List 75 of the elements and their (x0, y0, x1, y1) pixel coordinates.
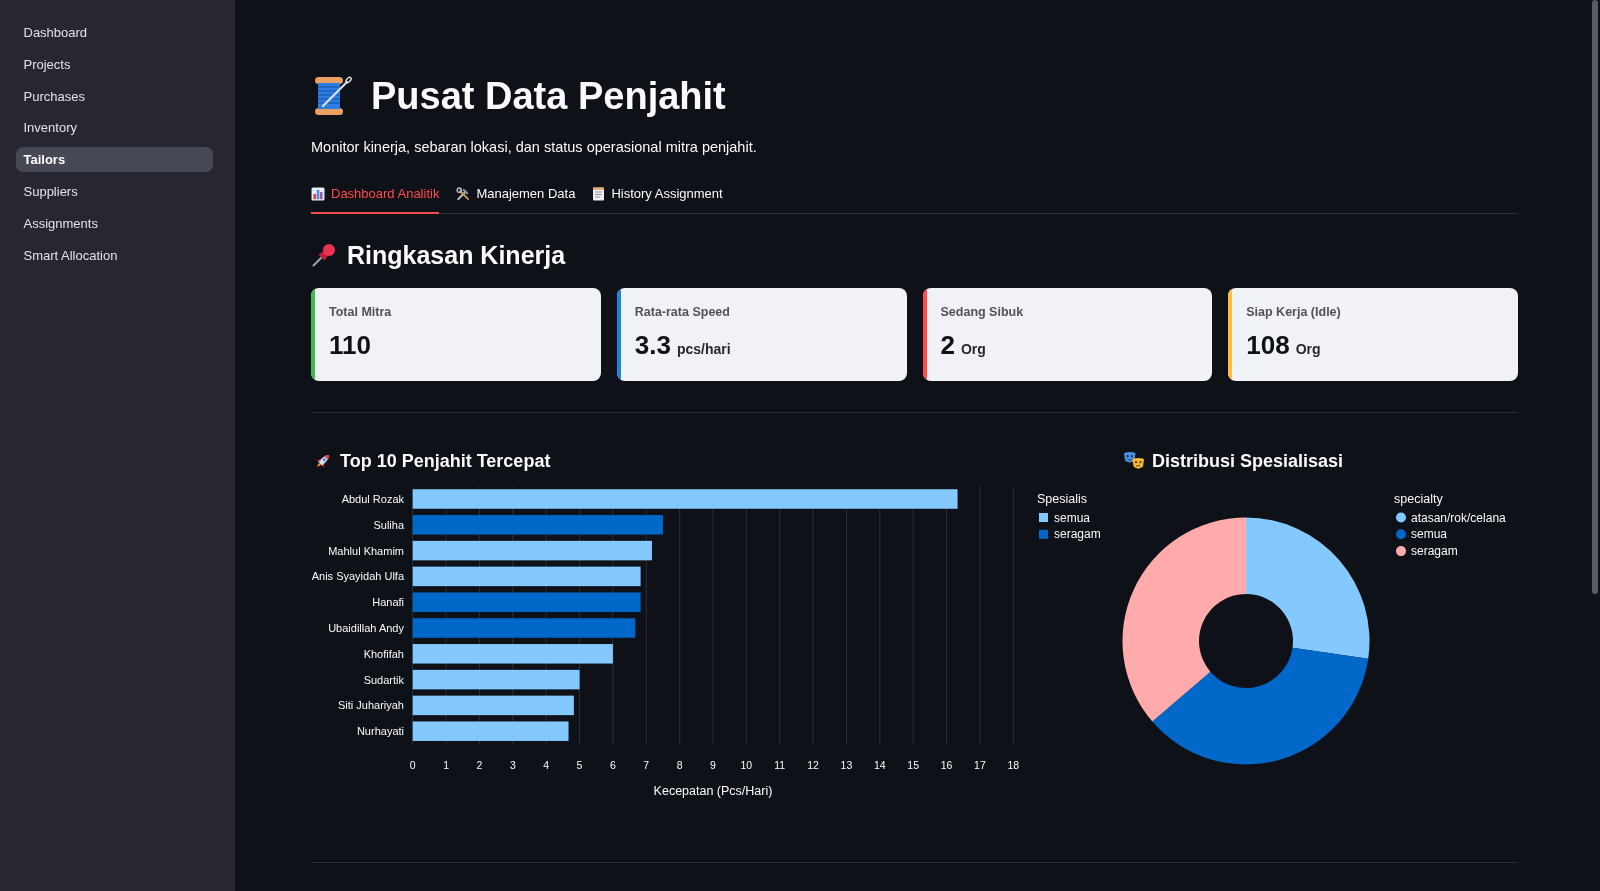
sidebar-nav-item[interactable]: Smart Allocation (16, 242, 213, 268)
sidebar-nav-item[interactable]: Inventory (16, 115, 213, 141)
tick-label: 14 (874, 758, 886, 771)
legend-label: atasan/rok/celana (1411, 510, 1506, 525)
theater-masks-icon (1123, 451, 1145, 471)
tick-label: 11 (774, 758, 786, 771)
tick-label: 15 (907, 758, 920, 771)
category-label: Khofifah (363, 647, 404, 660)
scrollbar-thumb[interactable] (1592, 0, 1598, 594)
metric-label: Total Mitra (329, 304, 392, 321)
tick-label: 5 (576, 758, 583, 771)
tick-label: 13 (840, 758, 853, 771)
legend-label: semua (1054, 510, 1091, 525)
legend-label: seragam (1411, 544, 1458, 559)
legend-swatch-icon (1039, 513, 1048, 522)
metric-label: Siap Kerja (Idle) (1246, 304, 1341, 321)
sidebar-nav-item[interactable]: Assignments (16, 210, 213, 236)
tick-label: 12 (807, 758, 819, 771)
axis-title: Kecepatan (Pcs/Hari) (653, 784, 773, 798)
metric-value: 3.3 (634, 329, 671, 362)
section-heading: Ringkasan Kinerja (347, 240, 566, 271)
tick-label: 0 (409, 758, 416, 771)
category-label: Hanafi (372, 596, 404, 609)
tick-label: 17 (974, 758, 986, 771)
tools-icon (456, 187, 471, 201)
category-label: Nurhayati (356, 725, 404, 738)
sidebar-nav-item[interactable]: Dashboard (16, 20, 213, 45)
tick-label: 16 (940, 758, 953, 771)
category-label: Abdul Rozak (341, 493, 404, 505)
legend-dot-icon (1396, 546, 1406, 557)
page-title: Pusat Data Penjahit (371, 74, 726, 119)
tick-label: 2 (476, 758, 483, 771)
tick-label: 18 (1007, 758, 1020, 771)
metric-unit: Org (960, 340, 986, 359)
category-label: Siti Juhariyah (337, 699, 404, 712)
legend-swatch-icon (1039, 529, 1048, 539)
sidebar-nav-item[interactable]: Projects (16, 51, 213, 77)
category-label: Mahlul Khamim (328, 544, 404, 557)
sidebar-nav-item[interactable]: Suppliers (16, 179, 213, 204)
metric-value: 108 (1246, 329, 1290, 362)
category-label: Suliha (373, 518, 404, 531)
legend-label: semua (1411, 527, 1448, 542)
tab[interactable]: Manajemen Data (456, 178, 576, 214)
tab[interactable]: History Assignment (592, 178, 723, 214)
tick-label: 10 (740, 758, 753, 771)
legend-title: specialty (1394, 492, 1443, 506)
legend-title: Spesialis (1037, 492, 1088, 506)
page-subtitle: Monitor kinerja, sebaran lokasi, dan status operasional mitra penjahit. (311, 138, 758, 157)
tick-label: 7 (643, 758, 650, 771)
category-label: Ubaidillah Andy (328, 622, 404, 634)
tick-label: 6 (610, 758, 616, 771)
tab[interactable]: Dashboard Analitik (311, 178, 440, 214)
sidebar-nav-item[interactable]: Tailors (16, 147, 213, 173)
legend-label: seragam (1054, 527, 1101, 542)
tick-label: 1 (443, 758, 449, 771)
chart-heading: Distribusi Spesialisasi (1152, 450, 1344, 473)
chart-heading: Top 10 Penjahit Tercepat (340, 450, 551, 473)
pushpin-icon (311, 242, 337, 268)
legend-dot-icon (1396, 529, 1406, 540)
category-label: Anis Syayidah Ulfa (311, 570, 404, 583)
metric-value: 110 (329, 329, 371, 362)
sidebar-nav-item[interactable]: Purchases (16, 83, 213, 109)
tick-label: 3 (509, 758, 516, 771)
tick-label: 8 (676, 758, 683, 771)
metric-value: 2 (940, 329, 955, 362)
bar-chart-icon (311, 187, 325, 201)
category-label: Sudartik (363, 673, 404, 686)
metric-label: Sedang Sibuk (940, 304, 1024, 321)
metric-label: Rata-rata Speed (634, 304, 731, 321)
metric-unit: Org (1295, 340, 1321, 359)
metric-unit: pcs/hari (676, 340, 731, 359)
legend-dot-icon (1396, 512, 1406, 523)
tick-label: 9 (710, 758, 716, 771)
document-icon (592, 187, 606, 201)
tick-label: 4 (543, 758, 550, 771)
